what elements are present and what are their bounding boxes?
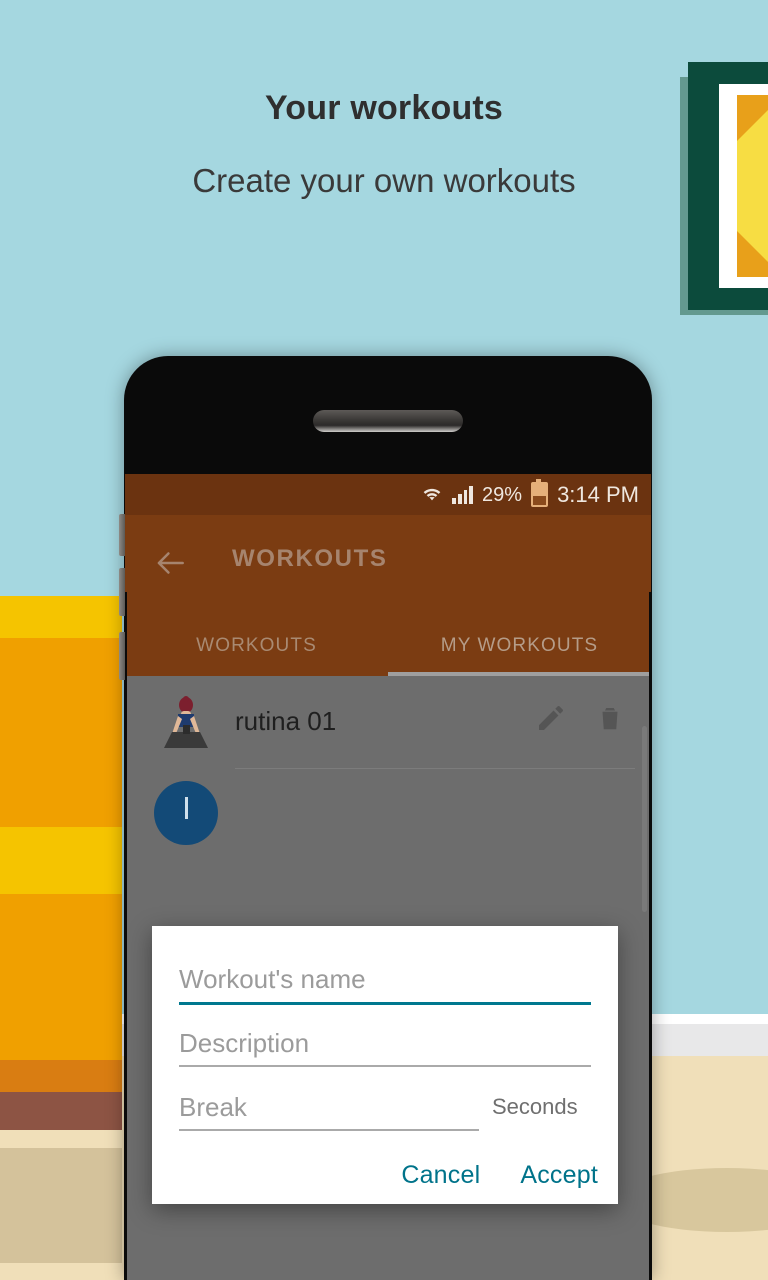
create-workout-dialog: Workout's name Description Break Seconds… bbox=[152, 926, 618, 1204]
scrollbar[interactable] bbox=[642, 726, 647, 912]
artwork-triangle-bottom bbox=[737, 231, 768, 277]
wall-banner-decor bbox=[0, 596, 122, 1280]
screenshot-stage: Your workouts Create your own workouts 2… bbox=[0, 0, 768, 1280]
description-placeholder: Description bbox=[179, 1028, 310, 1058]
banner-band bbox=[0, 827, 122, 894]
banner-band bbox=[0, 1263, 122, 1280]
workout-name-label: rutina 01 bbox=[235, 706, 337, 736]
accept-button[interactable]: Accept bbox=[520, 1161, 598, 1190]
banner-band bbox=[0, 1092, 122, 1130]
status-bar: 29% 3:14 PM bbox=[125, 474, 651, 515]
phone-speaker-grille bbox=[313, 410, 463, 432]
promo-subtitle: Create your own workouts bbox=[192, 161, 576, 199]
tab-workouts[interactable]: WORKOUTS bbox=[125, 615, 388, 676]
banner-band bbox=[0, 1130, 122, 1148]
banner-band bbox=[0, 638, 122, 827]
promo-title: Your workouts bbox=[264, 89, 504, 127]
back-arrow-icon[interactable] bbox=[151, 544, 189, 582]
signal-bars-icon bbox=[452, 485, 474, 504]
tab-bar: WORKOUTS MY WORKOUTS bbox=[125, 615, 651, 676]
battery-percent-label: 29% bbox=[482, 483, 523, 506]
phone-mockup: 29% 3:14 PM WORKOUTS WORKOUTS MY WORKOUT… bbox=[119, 356, 652, 1280]
description-underline bbox=[179, 1065, 591, 1067]
phone-screen: 29% 3:14 PM WORKOUTS WORKOUTS MY WORKOUT… bbox=[125, 474, 651, 1280]
trash-icon[interactable] bbox=[595, 702, 625, 739]
pencil-icon[interactable] bbox=[535, 702, 567, 739]
description-field[interactable]: Description bbox=[179, 1028, 591, 1067]
wifi-icon bbox=[421, 485, 443, 505]
timer-clock-icon bbox=[154, 781, 218, 845]
screen-bezel-left bbox=[125, 592, 127, 1280]
workout-name-field[interactable]: Workout's name bbox=[179, 964, 591, 1005]
app-bar-title: WORKOUTS bbox=[232, 545, 388, 572]
battery-icon bbox=[531, 479, 549, 507]
seconds-label: Seconds bbox=[492, 1094, 578, 1119]
banner-band bbox=[0, 1148, 122, 1263]
banner-band bbox=[0, 1060, 122, 1092]
banner-band bbox=[0, 596, 122, 638]
table-row[interactable] bbox=[125, 769, 651, 862]
workout-name-underline bbox=[179, 1002, 591, 1005]
clock-label: 3:14 PM bbox=[557, 481, 639, 507]
screen-bezel-right bbox=[649, 592, 651, 1280]
cancel-button[interactable]: Cancel bbox=[401, 1161, 480, 1190]
exercise-mat-icon bbox=[156, 692, 216, 754]
app-bar: WORKOUTS bbox=[125, 515, 651, 615]
break-underline bbox=[179, 1129, 479, 1131]
banner-band bbox=[0, 894, 122, 1060]
promo-heading-group: Your workouts Create your own workouts bbox=[0, 88, 768, 200]
table-row[interactable]: rutina 01 bbox=[125, 676, 651, 769]
tab-my-workouts[interactable]: MY WORKOUTS bbox=[388, 615, 651, 676]
workout-name-placeholder: Workout's name bbox=[179, 964, 366, 994]
